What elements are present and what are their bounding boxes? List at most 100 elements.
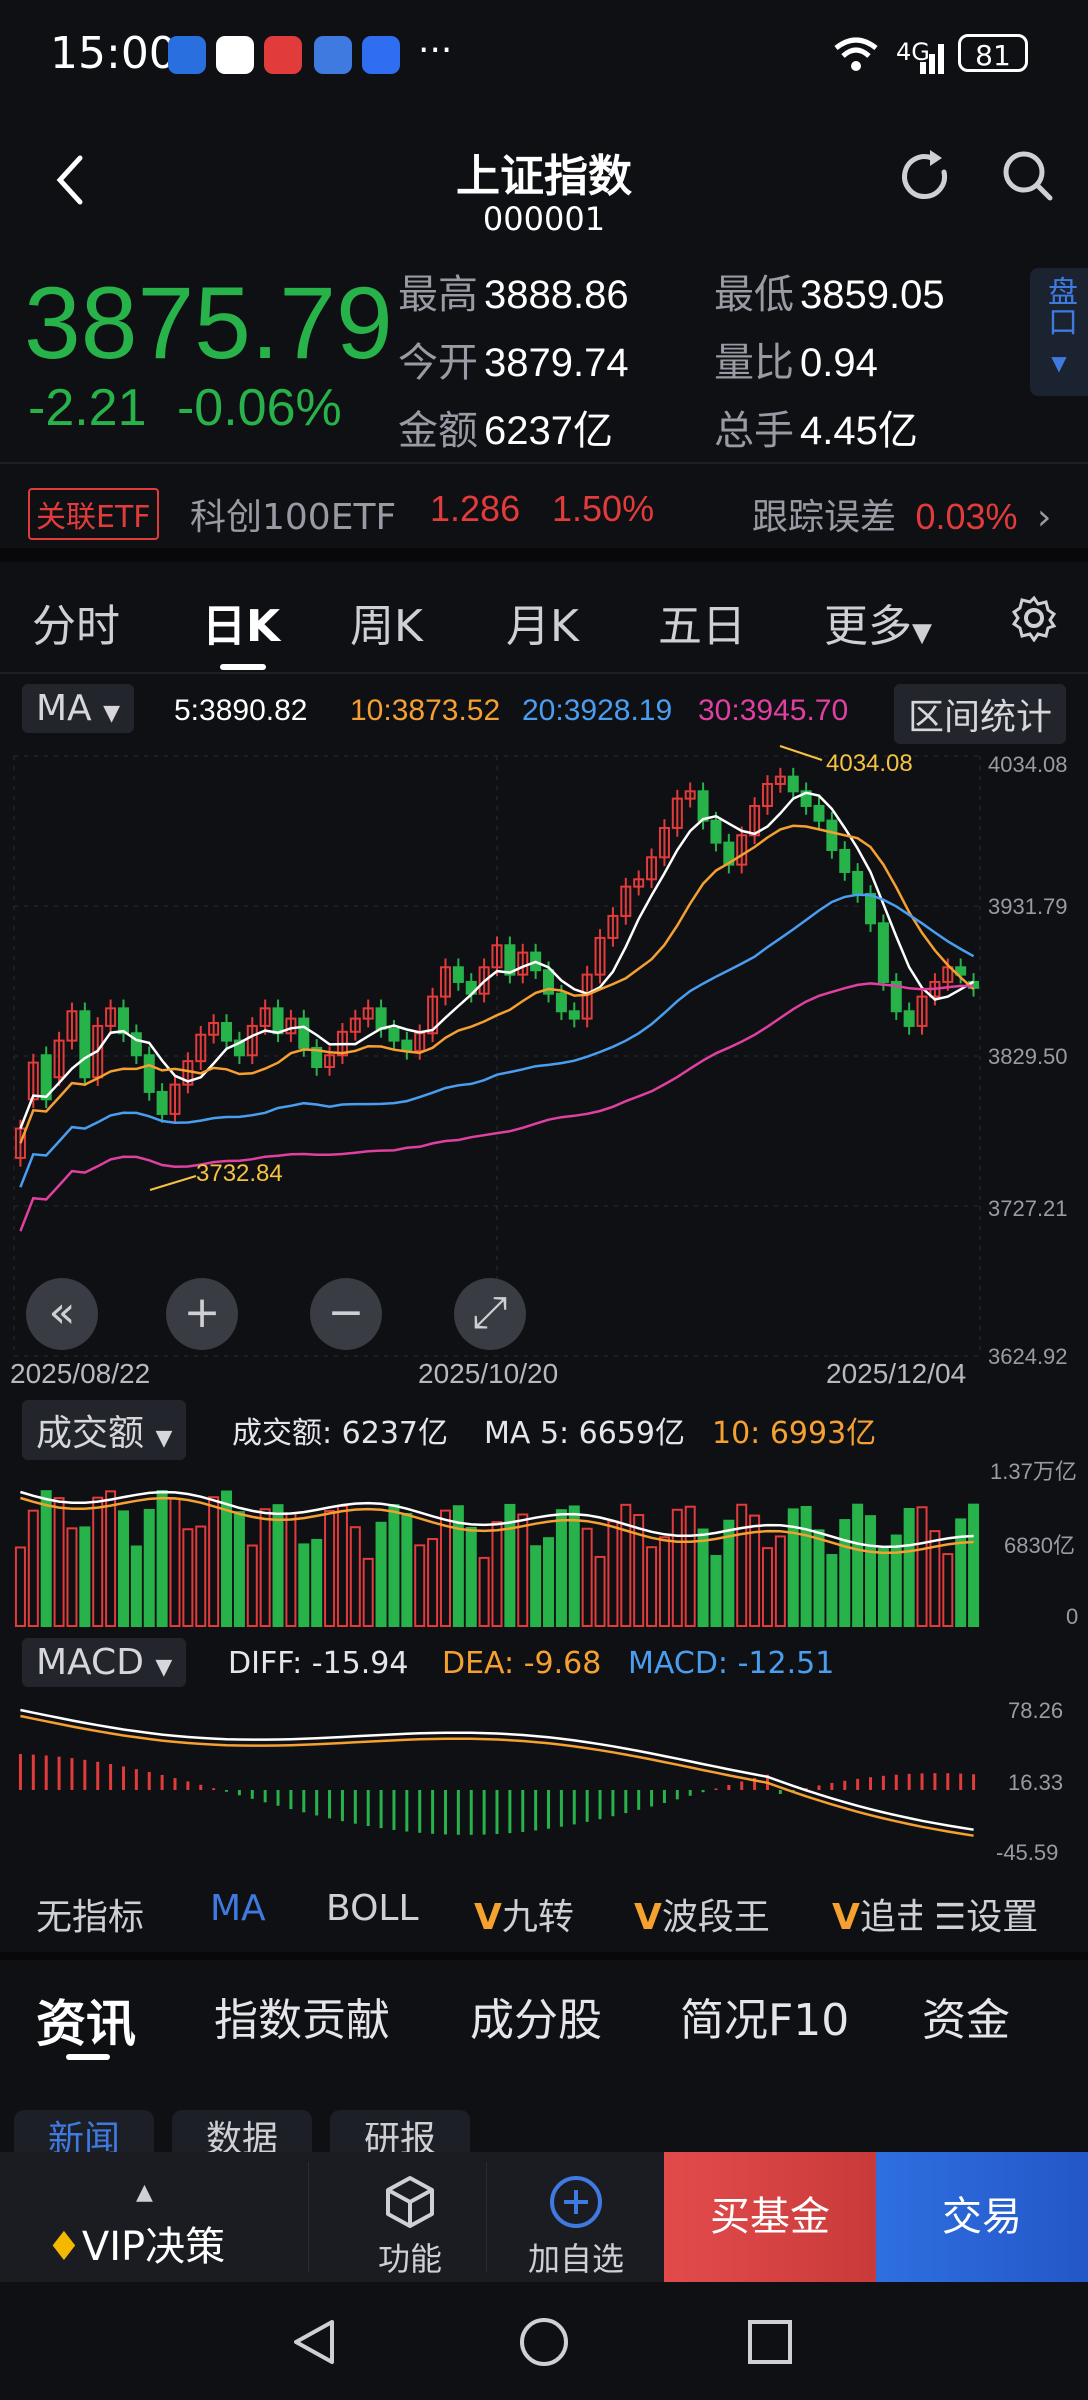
zoom-out-icon[interactable]: − xyxy=(310,1278,382,1350)
etf-bar[interactable]: 关联ETF 科创100ETF 1.286 1.50% 跟踪误差 0.03% › xyxy=(0,468,1088,548)
etf-track-error: 跟踪误差 0.03% › xyxy=(752,488,1051,540)
volume-bar xyxy=(92,1496,104,1627)
candle-body xyxy=(826,819,838,851)
more-notifications-icon: ··· xyxy=(418,30,453,71)
stat-value: 0.94 xyxy=(800,341,878,385)
volume-bar xyxy=(143,1508,155,1628)
indicator-none[interactable]: 无指标 xyxy=(36,1888,144,1940)
candle-body xyxy=(787,775,799,793)
chevron-right-icon: › xyxy=(1037,497,1052,538)
x-tick: 2025/08/22 xyxy=(10,1358,151,1389)
volume-bar xyxy=(298,1543,310,1627)
tab-more[interactable]: 更多▼ xyxy=(824,590,932,654)
volume-bar xyxy=(839,1519,851,1627)
indicator-boduanwang[interactable]: V波段王 xyxy=(634,1888,770,1940)
volume-bar xyxy=(349,1526,361,1627)
buy-fund-button[interactable]: 买基金 xyxy=(664,2152,876,2282)
tab-five-day[interactable]: 五日 xyxy=(658,590,746,654)
caret-down-icon: ▼ xyxy=(155,1426,173,1451)
candle-body xyxy=(452,966,464,983)
period-tabs: 分时 日K 周K 月K 五日 更多▼ xyxy=(0,580,1088,670)
indicator-jiuzhuan[interactable]: V九转 xyxy=(474,1888,574,1940)
volume-bar xyxy=(156,1490,168,1628)
add-watchlist-button[interactable]: 加自选 xyxy=(516,2174,636,2280)
divider xyxy=(486,2162,487,2272)
volume-chart[interactable] xyxy=(0,1452,1088,1630)
x-tick: 2025/10/20 xyxy=(418,1358,559,1389)
indicator-bar: 无指标 MA BOLL V九转 V波段王 V追击 ☰设置 xyxy=(0,1864,1088,1950)
track-value: 0.03% xyxy=(915,496,1018,537)
ma-bar: MA ▼ 5:3890.82 10:3873.52 20:3928.19 30:… xyxy=(0,678,1088,744)
plus-circle-icon xyxy=(550,2176,602,2228)
refresh-icon[interactable] xyxy=(896,146,956,206)
trade-button[interactable]: 交易 xyxy=(876,2152,1088,2282)
volume-bar xyxy=(491,1521,503,1627)
vip-decision-button[interactable]: ♦VIP决策 xyxy=(46,2214,225,2272)
kline-chart[interactable] xyxy=(0,740,1088,1390)
pankou-tab[interactable]: 盘口 ▼ xyxy=(1030,268,1088,396)
caret-down-icon: ▼ xyxy=(155,1655,173,1680)
volume-bar xyxy=(761,1547,773,1627)
tab-fenshi[interactable]: 分时 xyxy=(32,590,120,654)
settings-gear-icon[interactable] xyxy=(1010,594,1058,642)
nav-recents-icon[interactable] xyxy=(744,2316,796,2368)
tab-week-k[interactable]: 周K xyxy=(350,590,423,654)
volume-bar xyxy=(169,1497,181,1627)
tab-day-k[interactable]: 日K xyxy=(202,590,280,654)
sub-tabs: 新闻 数据 研报 xyxy=(0,2100,1088,2170)
battery-icon: 81 xyxy=(958,34,1028,72)
volume-bar xyxy=(130,1545,142,1627)
indicator-zhuiji[interactable]: V追击 xyxy=(832,1888,922,1940)
volume-bar xyxy=(27,1509,39,1627)
shop-app-icon xyxy=(264,36,302,74)
volume-bar xyxy=(272,1504,284,1627)
volume-bar xyxy=(800,1505,812,1627)
nav-back-icon[interactable] xyxy=(288,2316,340,2368)
volume-bar xyxy=(736,1503,748,1627)
volume-bar xyxy=(646,1546,658,1627)
macd-value: MACD: -12.51 xyxy=(628,1646,835,1681)
tab-constituents[interactable]: 成分股 xyxy=(470,1984,602,2048)
scroll-left-icon[interactable]: « xyxy=(26,1278,98,1350)
ma30-value: 30:3945.70 xyxy=(698,694,849,727)
indicator-settings[interactable]: ☰设置 xyxy=(934,1888,1039,1940)
nav-home-icon[interactable] xyxy=(516,2314,572,2370)
tab-news-info[interactable]: 资讯 xyxy=(36,1984,136,2056)
indicator-boll[interactable]: BOLL xyxy=(326,1888,419,1929)
zoom-in-icon[interactable]: + xyxy=(166,1278,238,1350)
volume-bar xyxy=(671,1508,683,1627)
volume-bar xyxy=(427,1538,439,1627)
volume-bar xyxy=(530,1545,542,1627)
macd-selector[interactable]: MACD ▼ xyxy=(22,1638,187,1687)
stat-value: 3879.74 xyxy=(484,341,629,385)
volume-bar xyxy=(14,1546,26,1627)
y-tick: 3829.50 xyxy=(988,1044,1068,1069)
indicator-ma[interactable]: MA xyxy=(210,1888,266,1929)
candle-body xyxy=(555,992,567,1013)
expand-up-icon[interactable]: ▲ xyxy=(136,2180,153,2205)
signal-icon xyxy=(920,44,944,74)
tab-f10[interactable]: 简况F10 xyxy=(680,1984,849,2048)
candle-body xyxy=(388,1027,400,1042)
function-button[interactable]: 功能 xyxy=(360,2174,460,2280)
volume-bar xyxy=(774,1535,786,1627)
candle-body xyxy=(813,804,825,822)
tab-month-k[interactable]: 月K xyxy=(506,590,579,654)
macd-chart[interactable] xyxy=(0,1690,1088,1860)
tab-funds[interactable]: 资金 xyxy=(922,1984,1010,2048)
range-stats-button[interactable]: 区间统计 xyxy=(894,684,1067,744)
candle-body xyxy=(375,1007,387,1030)
volume-bar xyxy=(362,1557,374,1627)
fullscreen-icon[interactable]: ⤢ xyxy=(454,1278,526,1350)
search-icon[interactable] xyxy=(998,146,1058,206)
volume-selector[interactable]: 成交额 ▼ xyxy=(22,1400,187,1460)
candle-body xyxy=(839,848,851,873)
y-tick: 78.26 xyxy=(1008,1698,1064,1723)
y-tick: 1.37万亿 xyxy=(990,1459,1077,1484)
indicator-label: 波段王 xyxy=(661,1897,770,1938)
stat-label: 量比 xyxy=(714,340,794,386)
ma-selector[interactable]: MA ▼ xyxy=(22,684,135,733)
ma-selector-label: MA xyxy=(36,688,92,729)
tab-index-contribution[interactable]: 指数贡献 xyxy=(214,1984,390,2048)
volume-bar xyxy=(594,1555,606,1627)
